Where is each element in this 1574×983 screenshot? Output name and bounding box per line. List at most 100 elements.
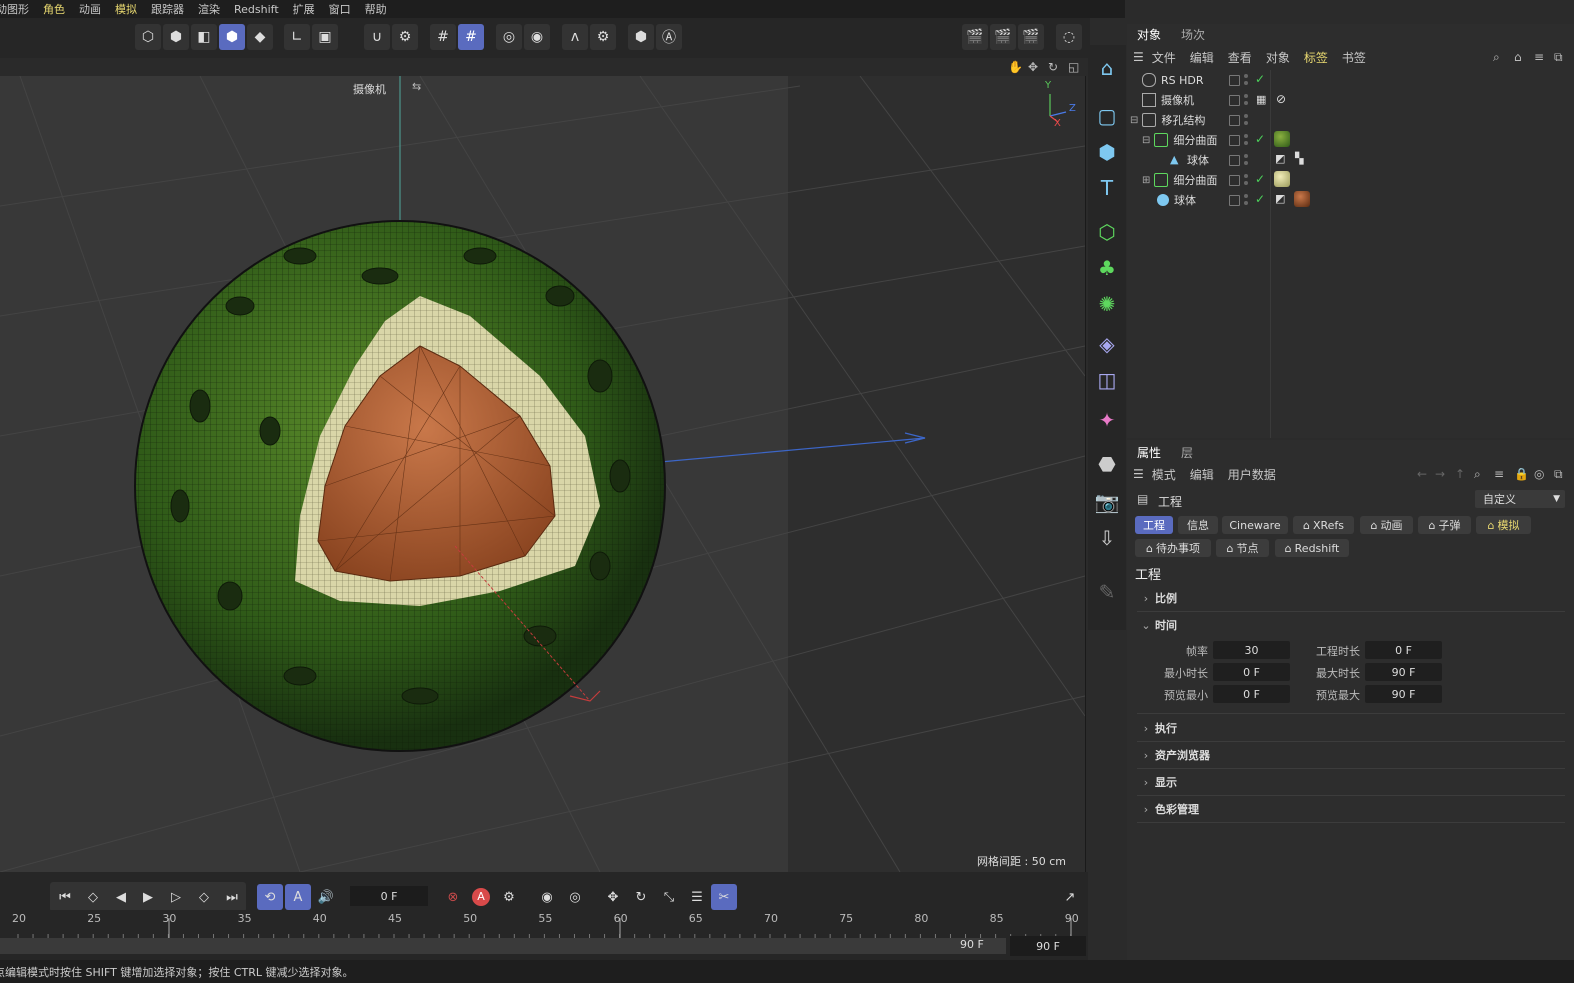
visibility-dots[interactable] [1244, 94, 1248, 106]
tab-animation[interactable]: ⌂ 动画 [1360, 516, 1413, 534]
next-frame-icon[interactable]: ▷ [163, 884, 189, 910]
null-object-icon[interactable]: ⌂ [1092, 53, 1122, 83]
phong-tag-icon[interactable]: ◩ [1275, 192, 1285, 205]
menu-item-character[interactable]: 角色 [43, 1, 65, 17]
tree-item-rs-hdr[interactable]: RS HDR [1142, 70, 1204, 90]
fcurve-icon[interactable]: ↗ [1057, 884, 1083, 910]
om-menu-file[interactable]: 文件 [1152, 49, 1176, 66]
filter-icon[interactable]: ≡ [1494, 467, 1504, 481]
back-arrow-icon[interactable]: ← [1417, 467, 1427, 481]
section-scale[interactable]: › 比例 [1137, 585, 1565, 612]
mograph-effector-icon[interactable]: ✦ [1092, 405, 1122, 435]
render-picture-viewer-icon[interactable]: 🎬 [990, 24, 1016, 50]
material-tag-cream-icon[interactable] [1274, 171, 1290, 187]
camera-label[interactable]: 摄像机 [353, 81, 386, 97]
tree-item-subdivision-1[interactable]: ⊟ 细分曲面 [1142, 130, 1217, 150]
max-length-field[interactable]: 90 F [1365, 663, 1442, 681]
prev-key-icon[interactable]: ◇ [80, 884, 106, 910]
collapse-icon[interactable]: ⊟ [1130, 115, 1138, 126]
new-window-icon[interactable]: ⧉ [1554, 467, 1563, 482]
om-menu-edit[interactable]: 编辑 [1190, 49, 1214, 66]
tab-simulation[interactable]: ⌂ 模拟 [1476, 516, 1531, 534]
enabled-check-icon[interactable]: ✓ [1255, 72, 1265, 86]
grid-snap-icon[interactable]: # [458, 24, 484, 50]
min-length-field[interactable]: 0 F [1213, 663, 1290, 681]
search-icon[interactable]: ⌕ [1474, 467, 1481, 482]
menu-item-help[interactable]: 帮助 [365, 1, 387, 17]
section-display[interactable]: › 显示 [1137, 769, 1565, 796]
editor-visibility-toggle[interactable] [1229, 75, 1240, 86]
visibility-dots[interactable] [1244, 134, 1248, 146]
visibility-dots[interactable] [1244, 154, 1248, 166]
render-view-icon[interactable]: 🎬 [962, 24, 988, 50]
tab-info[interactable]: 信息 [1178, 516, 1218, 534]
om-menu-tags[interactable]: 标签 [1304, 49, 1328, 66]
expand-icon[interactable]: ⊞ [1142, 175, 1150, 186]
om-menu-bookmarks[interactable]: 书签 [1342, 49, 1366, 66]
points-mode-icon[interactable]: ⬡ [135, 24, 161, 50]
symmetry-target-icon[interactable]: ◉ [524, 24, 550, 50]
loop-icon[interactable]: ⟲ [257, 884, 283, 910]
record-icon[interactable]: ⊗ [440, 884, 466, 910]
phong-tag-icon[interactable]: ◩ [1275, 152, 1285, 165]
grid-icon[interactable]: # [430, 24, 456, 50]
preview-min-field[interactable]: 0 F [1213, 685, 1290, 703]
visibility-dots[interactable] [1244, 74, 1248, 86]
filter-icon[interactable]: ≡ [1534, 50, 1544, 64]
tree-item-sphere-1[interactable]: ▲ 球体 [1170, 150, 1209, 170]
om-menu-object[interactable]: 对象 [1266, 49, 1290, 66]
go-to-start-icon[interactable]: ⏮ [52, 884, 78, 910]
tab-layers[interactable]: 层 [1171, 444, 1203, 461]
menu-item-render[interactable]: 渲染 [198, 1, 220, 17]
scale-key-icon[interactable]: ⤡ [656, 884, 682, 910]
enabled-check-icon[interactable]: ✓ [1255, 172, 1265, 186]
sculpt-icon[interactable]: ✎ [1092, 577, 1122, 607]
forward-arrow-icon[interactable]: → [1435, 467, 1445, 481]
material-tag-orange-icon[interactable] [1294, 191, 1310, 207]
range-slider[interactable] [0, 938, 1006, 954]
cube-icon[interactable]: ⬢ [1092, 137, 1122, 167]
tab-takes[interactable]: 场次 [1171, 26, 1215, 43]
fps-field[interactable]: 30 [1213, 641, 1290, 659]
editor-visibility-toggle[interactable] [1229, 115, 1240, 126]
rotate-view-icon[interactable]: ↻ [1048, 60, 1058, 74]
search-icon[interactable]: ⌕ [1493, 50, 1500, 65]
attr-menu-mode[interactable]: 模式 [1152, 466, 1176, 483]
section-color-management[interactable]: › 色彩管理 [1137, 796, 1565, 823]
workplane-icon[interactable]: ▣ [312, 24, 338, 50]
tree-item-hole-structure[interactable]: ⊟ 移孔结构 [1130, 110, 1205, 130]
prev-frame-icon[interactable]: ◀ [108, 884, 134, 910]
attr-menu-userdata[interactable]: 用户数据 [1228, 466, 1276, 483]
3d-viewport[interactable]: Y Z X [0, 76, 1086, 872]
tab-attributes[interactable]: 属性 [1127, 444, 1171, 461]
go-to-end-icon[interactable]: ⏭ [219, 884, 245, 910]
menu-item-mograph[interactable]: 动图形 [0, 1, 29, 17]
tab-cineware[interactable]: Cineware [1222, 516, 1288, 534]
enabled-check-icon[interactable]: ✓ [1255, 192, 1265, 206]
model-mode-icon[interactable]: ⬢ [219, 24, 245, 50]
tab-todo[interactable]: ⌂ 待办事项 [1135, 539, 1211, 557]
tree-item-camera[interactable]: 摄像机 [1142, 90, 1194, 110]
camera-icon[interactable]: 📷 [1092, 487, 1122, 517]
selection-tag-icon[interactable]: ▚ [1295, 152, 1303, 165]
key-selection-icon[interactable]: ◉ [534, 884, 560, 910]
edges-mode-icon[interactable]: ⬢ [163, 24, 189, 50]
collapse-icon[interactable]: ⊟ [1142, 135, 1150, 146]
texture-mode-icon[interactable]: ◆ [247, 24, 273, 50]
tab-bullet[interactable]: ⌂ 子弹 [1418, 516, 1471, 534]
section-time[interactable]: ⌄ 时间 [1137, 612, 1565, 638]
tab-redshift[interactable]: ⌂ Redshift [1275, 539, 1349, 557]
section-execute[interactable]: › 执行 [1137, 715, 1565, 742]
render-settings-icon[interactable]: 🎬 [1018, 24, 1044, 50]
preset-dropdown[interactable]: 自定义 ▼ [1475, 490, 1565, 508]
editor-visibility-toggle[interactable] [1229, 195, 1240, 206]
project-length-field[interactable]: 0 F [1365, 641, 1442, 659]
menu-item-extensions[interactable]: 扩展 [293, 1, 315, 17]
menu-item-window[interactable]: 窗口 [329, 1, 351, 17]
enabled-check-icon[interactable]: ✓ [1255, 132, 1265, 146]
text-icon[interactable]: T [1092, 173, 1122, 203]
play-icon[interactable]: ▶ [135, 884, 161, 910]
autokey-icon[interactable]: A [468, 884, 494, 910]
deformer-icon[interactable]: ◈ [1092, 329, 1122, 359]
editor-visibility-toggle[interactable] [1229, 155, 1240, 166]
